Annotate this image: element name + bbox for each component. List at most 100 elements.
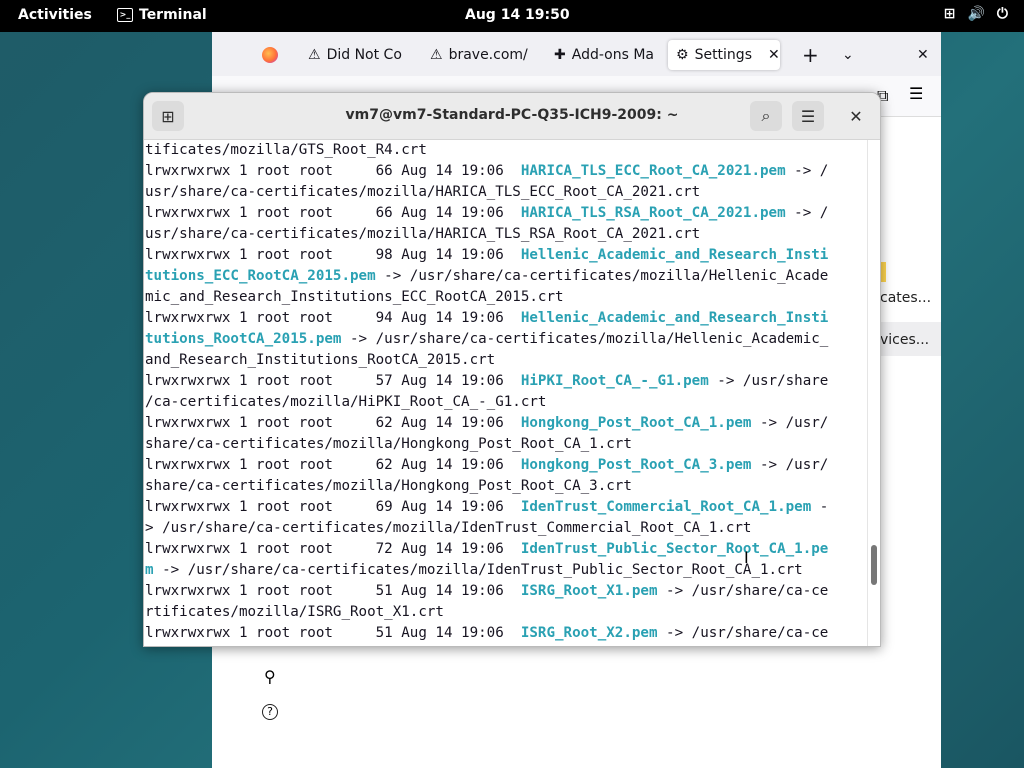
terminal-line: /ca-certificates/mozilla/HiPKI_Root_CA_-… xyxy=(145,392,865,413)
search-icon[interactable]: ⌕ xyxy=(750,101,782,131)
terminal-text: mic_and_Research_Institutions_ECC_RootCA… xyxy=(145,289,564,305)
symlink-name: HARICA_TLS_ECC_Root_CA_2021.pem xyxy=(520,163,786,179)
list-tabs-button[interactable]: ⌄ xyxy=(842,40,854,70)
terminal-text: tificates/mozilla/GTS_Root_R4.crt xyxy=(145,142,427,158)
power-icon: ⏻ xyxy=(996,6,1008,22)
terminal-text: lrwxrwxrwx 1 root root 62 Aug 14 19:06 xyxy=(145,457,521,473)
terminal-line: lrwxrwxrwx 1 root root 66 Aug 14 19:06 H… xyxy=(145,161,865,182)
terminal-line: lrwxrwxrwx 1 root root 72 Aug 14 19:06 I… xyxy=(145,539,865,560)
new-tab-button[interactable]: + xyxy=(802,40,819,70)
terminal-icon: >_ xyxy=(117,8,133,22)
terminal-text: -> /usr/share/ca-ce xyxy=(657,583,829,599)
terminal-text: lrwxrwxrwx 1 root root 69 Aug 14 19:06 xyxy=(145,499,521,515)
warning-icon: ⚠ xyxy=(430,47,443,63)
terminal-text: -> /usr/share/ca-certificates/mozilla/Id… xyxy=(153,562,803,578)
terminal-text: -> / xyxy=(785,163,829,179)
warning-icon: ⚠ xyxy=(308,47,321,63)
terminal-text: lrwxrwxrwx 1 root root 98 Aug 14 19:06 xyxy=(145,247,521,263)
tab-label: brave.com/ xyxy=(448,47,528,63)
symlink-name: HARICA_TLS_RSA_Root_CA_2021.pem xyxy=(520,205,786,221)
terminal-line: usr/share/ca-certificates/mozilla/HARICA… xyxy=(145,224,865,245)
symlink-name: Hellenic_Academic_and_Research_Insti xyxy=(520,247,829,263)
terminal-line: lrwxrwxrwx 1 root root 57 Aug 14 19:06 H… xyxy=(145,371,865,392)
firefox-icon xyxy=(262,47,278,63)
menu-icon[interactable]: ☰ xyxy=(792,101,824,131)
side-item-devices[interactable]: vices... xyxy=(880,332,929,348)
tab-label: Did Not Co xyxy=(326,47,402,63)
puzzle-icon: ✚ xyxy=(554,47,566,63)
symlink-name: HiPKI_Root_CA_-_G1.pem xyxy=(520,373,709,389)
network-icon: ⊞ xyxy=(943,6,956,22)
terminal-line: lrwxrwxrwx 1 root root 51 Aug 14 19:06 I… xyxy=(145,581,865,602)
terminal-line: rtificates/mozilla/ISRG_Root_X1.crt xyxy=(145,602,865,623)
scrollbar[interactable] xyxy=(867,140,880,646)
menu-icon[interactable]: ☰ xyxy=(909,84,923,103)
terminal-text: -> /usr/share/ca-ce xyxy=(657,625,829,641)
app-menu[interactable]: >_ Terminal xyxy=(117,7,207,23)
terminal-text: -> /usr/share/ca-certificates/mozilla/He… xyxy=(375,268,829,284)
terminal-line: lrwxrwxrwx 1 root root 51 Aug 14 19:06 I… xyxy=(145,623,865,644)
terminal-line: share/ca-certificates/mozilla/Hongkong_P… xyxy=(145,476,865,497)
terminal-text: lrwxrwxrwx 1 root root 94 Aug 14 19:06 xyxy=(145,310,521,326)
symlink-name: ISRG_Root_X2.pem xyxy=(520,625,658,641)
symlink-name: Hellenic_Academic_and_Research_Insti xyxy=(520,310,829,326)
terminal-text: -> /usr/ xyxy=(751,415,829,431)
app-name: Terminal xyxy=(139,7,207,23)
symlink-name: IdenTrust_Public_Sector_Root_CA_1.pe xyxy=(520,541,829,557)
terminal-text: share/ca-certificates/mozilla/Hongkong_P… xyxy=(145,478,632,494)
close-tab-icon[interactable]: ✕ xyxy=(768,47,780,63)
tab-settings[interactable]: ⚙ Settings ✕ xyxy=(668,40,780,70)
terminal-text: -> /usr/ xyxy=(751,457,829,473)
terminal-line: tificates/mozilla/GTS_Root_R4.crt xyxy=(145,140,865,161)
terminal-text: and_Research_Institutions_RootCA_2015.cr… xyxy=(145,352,496,368)
close-window-button[interactable]: ✕ xyxy=(917,40,929,70)
terminal-line: lrwxrwxrwx 1 root root 62 Aug 14 19:06 H… xyxy=(145,413,865,434)
tab-addons[interactable]: ✚ Add-ons Ma xyxy=(554,40,654,70)
terminal-line: tutions_ECC_RootCA_2015.pem -> /usr/shar… xyxy=(145,266,865,287)
symlink-name: tutions_ECC_RootCA_2015.pem xyxy=(145,268,376,284)
symlink-name: ISRG_Root_X1.pem xyxy=(520,583,658,599)
terminal-text: lrwxrwxrwx 1 root root 57 Aug 14 19:06 xyxy=(145,373,521,389)
terminal-text: usr/share/ca-certificates/mozilla/HARICA… xyxy=(145,184,701,200)
tab-did-not-connect[interactable]: ⚠ Did Not Co xyxy=(308,40,408,70)
tab-brave[interactable]: ⚠ brave.com/ xyxy=(430,40,534,70)
terminal-text: -> / xyxy=(785,205,829,221)
terminal-line: share/ca-certificates/mozilla/Hongkong_P… xyxy=(145,434,865,455)
terminal-text: lrwxrwxrwx 1 root root 51 Aug 14 19:06 xyxy=(145,583,521,599)
terminal-output[interactable]: tificates/mozilla/GTS_Root_R4.crtlrwxrwx… xyxy=(145,140,865,646)
terminal-line: mic_and_Research_Institutions_ECC_RootCA… xyxy=(145,287,865,308)
terminal-line: usr/share/ca-certificates/mozilla/HARICA… xyxy=(145,182,865,203)
tab-bar: ⚠ Did Not Co ⚠ brave.com/ ✚ Add-ons Ma ⚙… xyxy=(212,32,941,76)
symlink-name: tutions_RootCA_2015.pem xyxy=(145,331,342,347)
firefox-tab[interactable] xyxy=(262,40,278,70)
terminal-text: -> /usr/share/ca-certificates/mozilla/He… xyxy=(341,331,829,347)
terminal-window: ⊞ vm7@vm7-Standard-PC-Q35-ICH9-2009: ~ ⌕… xyxy=(143,92,881,647)
clock[interactable]: Aug 14 19:50 xyxy=(465,7,570,23)
terminal-text: -> /usr/share xyxy=(708,373,829,389)
tab-label: Add-ons Ma xyxy=(571,47,654,63)
activities-button[interactable]: Activities xyxy=(18,7,92,23)
terminal-text: > /usr/share/ca-certificates/mozilla/Ide… xyxy=(145,520,752,536)
system-tray[interactable]: ⊞ 🔊 ⏻ xyxy=(944,6,1008,22)
tab-label: Settings xyxy=(694,47,752,63)
terminal-line: lrwxrwxrwx 1 root root 62 Aug 14 19:06 H… xyxy=(145,455,865,476)
terminal-text: usr/share/ca-certificates/mozilla/HARICA… xyxy=(145,226,701,242)
terminal-line: m -> /usr/share/ca-certificates/mozilla/… xyxy=(145,560,865,581)
terminal-text: rtificates/mozilla/ISRG_Root_X1.crt xyxy=(145,604,444,620)
help-icon[interactable]: ? xyxy=(262,704,278,720)
terminal-line: lrwxrwxrwx 1 root root 66 Aug 14 19:06 H… xyxy=(145,203,865,224)
terminal-text: share/ca-certificates/mozilla/Hongkong_P… xyxy=(145,436,632,452)
volume-icon: 🔊 xyxy=(967,6,985,22)
terminal-text: lrwxrwxrwx 1 root root 62 Aug 14 19:06 xyxy=(145,415,521,431)
symlink-name: Hongkong_Post_Root_CA_3.pem xyxy=(520,457,752,473)
scrollbar-thumb[interactable] xyxy=(871,545,877,585)
terminal-line: tutions_RootCA_2015.pem -> /usr/share/ca… xyxy=(145,329,865,350)
symlink-name: Hongkong_Post_Root_CA_1.pem xyxy=(520,415,752,431)
extensions-sidebar-icon[interactable]: ⚲ xyxy=(264,667,276,686)
terminal-line: > /usr/share/ca-certificates/mozilla/Ide… xyxy=(145,518,865,539)
terminal-line: lrwxrwxrwx 1 root root 69 Aug 14 19:06 I… xyxy=(145,497,865,518)
symlink-name: IdenTrust_Commercial_Root_CA_1.pem xyxy=(520,499,812,515)
close-icon[interactable]: ✕ xyxy=(840,101,872,131)
terminal-text: lrwxrwxrwx 1 root root 72 Aug 14 19:06 xyxy=(145,541,521,557)
side-item-certificates[interactable]: cates... xyxy=(880,290,931,306)
